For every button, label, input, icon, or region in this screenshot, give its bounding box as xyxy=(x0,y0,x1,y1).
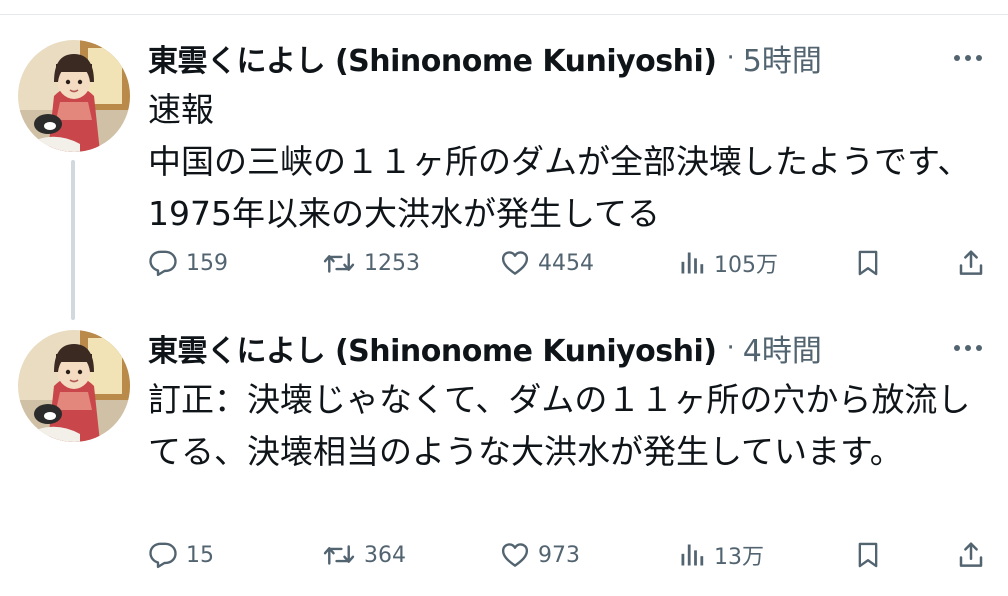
more-options-button[interactable] xyxy=(946,336,990,360)
more-options-button[interactable] xyxy=(946,46,990,70)
tweet-actions: 159 1253 4454 105万 xyxy=(148,243,996,283)
avatar[interactable] xyxy=(18,40,130,152)
tweet[interactable]: 東雲くによし (Shinonome Kuniyoshi) · 5時間 速報 中国… xyxy=(0,32,1008,322)
more-dots-icon xyxy=(954,345,982,351)
views-button[interactable]: 105万 xyxy=(678,243,778,283)
bookmark-button[interactable] xyxy=(854,243,882,283)
retweet-button[interactable]: 364 xyxy=(322,535,406,575)
bookmark-icon xyxy=(858,542,878,568)
views-count: 105万 xyxy=(714,253,778,278)
like-button[interactable]: 4454 xyxy=(500,243,594,283)
bookmark-button[interactable] xyxy=(854,535,882,575)
reply-count: 159 xyxy=(186,250,228,276)
bookmark-icon xyxy=(858,250,878,276)
like-button[interactable]: 973 xyxy=(500,535,580,575)
timestamp[interactable]: 5時間 xyxy=(743,36,822,80)
heart-icon xyxy=(501,251,529,275)
views-chart-icon xyxy=(681,252,704,274)
display-name[interactable]: 東雲くによし (Shinonome Kuniyoshi) xyxy=(148,36,717,80)
share-button[interactable] xyxy=(956,243,986,283)
views-button[interactable]: 13万 xyxy=(678,535,764,575)
retweet-count: 364 xyxy=(364,542,406,568)
reply-button[interactable]: 159 xyxy=(148,243,228,283)
more-dots-icon xyxy=(954,55,982,61)
share-icon xyxy=(959,542,983,567)
avatar[interactable] xyxy=(18,330,130,442)
tweet-text: 速報 中国の三峡の１１ヶ所のダムが全部決壊したようです、1975年以来の大洪水が… xyxy=(148,90,971,233)
timestamp[interactable]: 4時間 xyxy=(743,326,822,370)
reply-icon xyxy=(149,250,177,277)
reply-button[interactable]: 15 xyxy=(148,535,214,575)
like-count: 4454 xyxy=(538,250,594,276)
display-name[interactable]: 東雲くによし (Shinonome Kuniyoshi) xyxy=(148,326,717,370)
retweet-count: 1253 xyxy=(364,250,420,276)
avatar-illustration xyxy=(18,330,130,442)
tweet-header: 東雲くによし (Shinonome Kuniyoshi) · 5時間 xyxy=(148,36,822,80)
meta-separator: · xyxy=(726,43,735,73)
meta-separator: · xyxy=(726,333,735,363)
views-chart-icon xyxy=(681,544,704,566)
views-count: 13万 xyxy=(714,545,764,570)
retweet-icon xyxy=(323,545,355,565)
retweet-button[interactable]: 1253 xyxy=(322,243,420,283)
tweet[interactable]: 東雲くによし (Shinonome Kuniyoshi) · 4時間 訂正：決壊… xyxy=(0,322,1008,596)
reply-count: 15 xyxy=(186,542,214,568)
top-divider xyxy=(0,14,1008,15)
tweet-actions: 15 364 973 13万 xyxy=(148,535,996,575)
share-icon xyxy=(959,250,983,275)
heart-icon xyxy=(501,543,529,567)
tweet-header: 東雲くによし (Shinonome Kuniyoshi) · 4時間 xyxy=(148,326,822,370)
reply-icon xyxy=(149,542,177,569)
like-count: 973 xyxy=(538,542,580,568)
avatar-illustration xyxy=(18,40,130,152)
tweet-text: 訂正：決壊じゃなくて、ダムの１１ヶ所の穴から放流してる、決壊相当のような大洪水が… xyxy=(148,380,971,471)
retweet-icon xyxy=(323,253,355,273)
share-button[interactable] xyxy=(956,535,986,575)
